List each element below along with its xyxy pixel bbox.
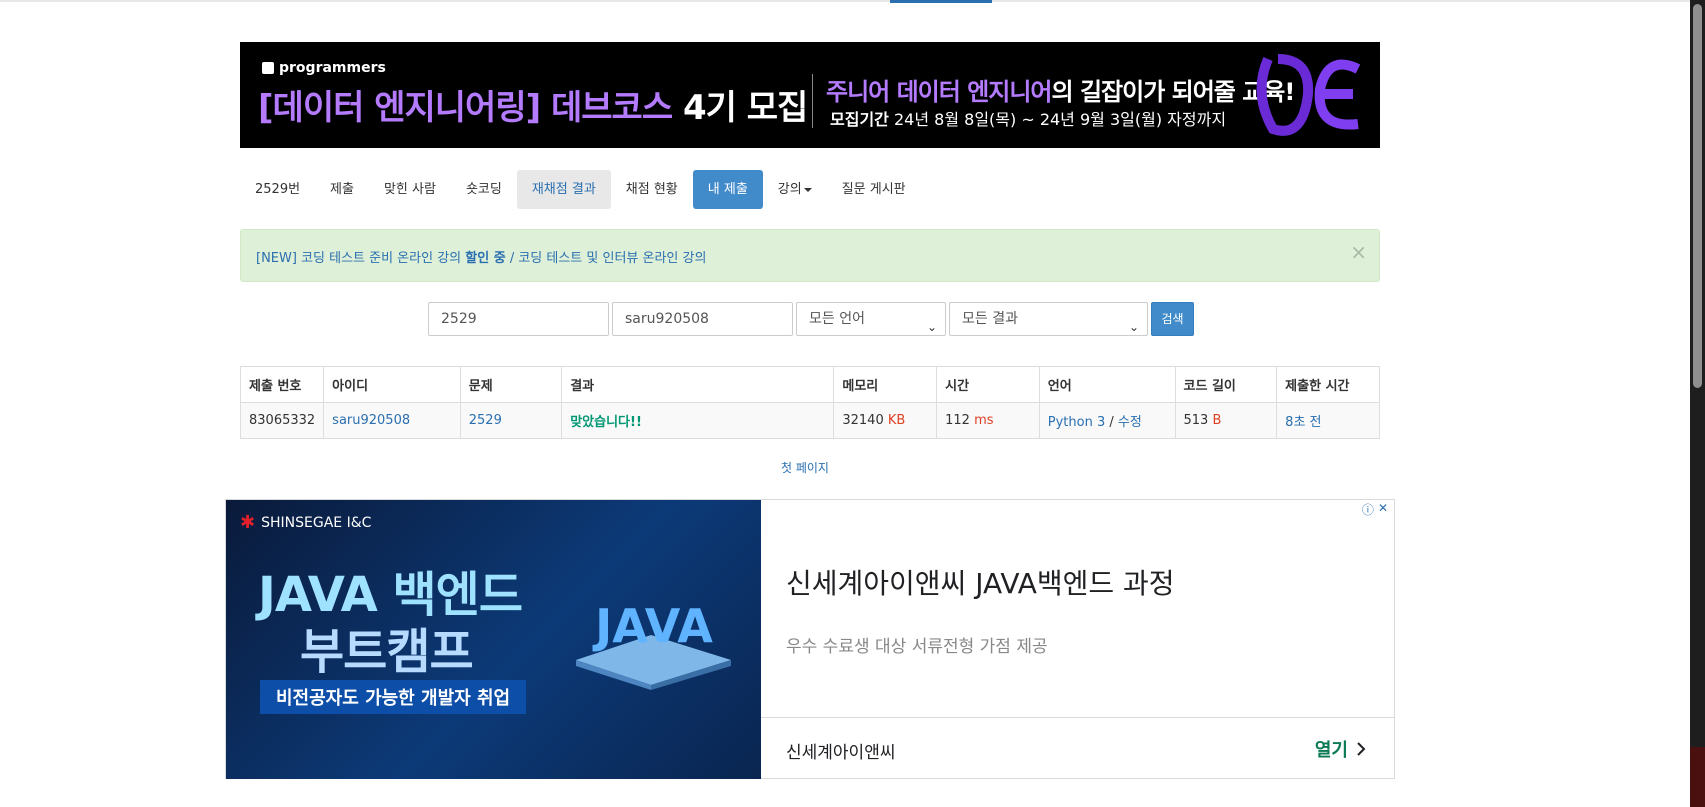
cell-problem: 2529 [459,402,563,439]
devcourse-banner[interactable]: programmers [데이터 엔지니어링] 데브코스 4기 모집 주니어 데… [240,42,1380,148]
banner-date: 모집기간 24년 8월 8일(목) ~ 24년 9월 3일(월) 자정까지 [830,110,1227,129]
result-select[interactable]: 모든 결과 ⌄ [949,302,1148,336]
shinsegae-star-icon: ✱ [240,512,256,533]
scrollbar-corner [1690,747,1705,807]
col-time: 시간 [936,366,1040,403]
chevron-right-icon [1357,742,1366,756]
user-id-input[interactable] [612,302,793,336]
nav-my-submissions[interactable]: 내 제출 [692,170,763,209]
nav-lectures-dropdown[interactable]: 강의 [763,170,827,209]
col-problem: 문제 [459,366,563,403]
ad-info[interactable]: ⓘ ✕ [1362,501,1388,518]
problem-link[interactable]: 2529 [469,413,502,428]
col-code-length: 코드 길이 [1174,366,1278,403]
page-scrollbar[interactable] [1690,0,1705,807]
table-row: 83065332 saru920508 2529 맞았습니다!! 32140 K… [239,402,1380,439]
first-page-link[interactable]: 첫 페이지 [781,459,829,476]
col-submission-id: 제출 번호 [239,366,325,403]
caret-down-icon [803,187,812,192]
ad-image[interactable]: ✱ SHINSEGAE I&C JAVA 백엔드 부트캠프 비전공자도 가능한 … [226,500,761,779]
alert-link-course[interactable]: [NEW] 코딩 테스트 준비 온라인 강의 [256,251,461,266]
nav-solved-users[interactable]: 맞힌 사람 [369,170,451,209]
language-link[interactable]: Python 3 [1048,415,1105,430]
cell-user: saru920508 [323,402,461,439]
banner-title: [데이터 엔지니어링] 데브코스 4기 모집 [258,88,808,128]
nav-submit[interactable]: 제출 [315,170,369,209]
ad-open-button[interactable]: 열기 [1315,736,1366,762]
col-memory: 메모리 [833,366,938,403]
result-accepted: 맞았습니다!! [570,415,642,430]
alert-link-interview[interactable]: / 코딩 테스트 및 인터뷰 온라인 강의 [510,251,707,266]
search-button[interactable]: 검색 [1151,302,1194,336]
cell-code-length: 513 B [1174,402,1278,439]
col-result: 결과 [561,366,835,403]
col-language: 언어 [1038,366,1176,403]
display-ad[interactable]: ✱ SHINSEGAE I&C JAVA 백엔드 부트캠프 비전공자도 가능한 … [225,499,1395,779]
problem-id-input[interactable] [428,302,609,336]
nav-rejudge-results[interactable]: 재채점 결과 [516,170,611,209]
programmers-logo: programmers [262,60,386,76]
de-logo-decoration [1256,54,1361,136]
promo-alert: [NEW] 코딩 테스트 준비 온라인 강의 할인 중 / 코딩 테스트 및 인… [240,229,1380,282]
nav-problem[interactable]: 2529번 [240,170,315,209]
scrollbar-thumb[interactable] [1693,4,1702,388]
col-submitted-time: 제출한 시간 [1276,366,1380,403]
nav-question-board[interactable]: 질문 게시판 [827,170,921,209]
java-platform-icon: JAVA [576,599,731,690]
top-active-indicator [890,0,992,3]
edit-link[interactable]: 수정 [1118,415,1142,430]
cell-submitted-time: 8초 전 [1276,402,1380,439]
banner-divider [812,74,813,128]
ad-footer: 신세계아이앤씨 열기 [761,717,1394,779]
ad-brand: ✱ SHINSEGAE I&C [240,512,372,533]
col-user: 아이디 [323,366,461,403]
submitted-time-link[interactable]: 8초 전 [1285,415,1321,430]
cell-submission-id: 83065332 [239,402,325,439]
ad-advertiser: 신세계아이앤씨 [786,743,896,763]
chevron-down-icon: ⌄ [926,320,937,334]
problem-nav: 2529번 제출 맞힌 사람 숏코딩 재채점 결과 채점 현황 내 제출 강의 … [240,170,921,209]
chevron-down-icon: ⌄ [1128,320,1139,334]
nav-short-coding[interactable]: 숏코딩 [451,170,517,209]
table-header-row: 제출 번호 아이디 문제 결과 메모리 시간 언어 코드 길이 제출한 시간 [239,366,1380,403]
ad-headline[interactable]: 신세계아이앤씨 JAVA백엔드 과정 [786,562,1175,602]
nav-status[interactable]: 채점 현황 [611,170,693,209]
banner-subtitle: 주니어 데이터 엔지니어의 길잡이가 되어줄 교육! [826,78,1295,106]
ad-image-tag: 비전공자도 가능한 개발자 취업 [260,680,527,714]
java-logo-text: JAVA [592,599,713,653]
cell-time: 112 ms [936,402,1040,439]
ad-close-icon[interactable]: ✕ [1378,501,1388,518]
language-select[interactable]: 모든 언어 ⌄ [796,302,946,336]
cell-memory: 32140 KB [833,402,938,439]
alert-text: [NEW] 코딩 테스트 준비 온라인 강의 할인 중 / 코딩 테스트 및 인… [256,251,707,266]
programmers-logo-icon [262,62,274,74]
ad-description: 우수 수료생 대상 서류전형 가점 제공 [786,637,1048,657]
user-link[interactable]: saru920508 [332,413,410,428]
submission-table: 제출 번호 아이디 문제 결과 메모리 시간 언어 코드 길이 제출한 시간 8… [239,366,1380,439]
alert-close-icon[interactable]: × [1350,242,1367,262]
ad-image-line2: 부트캠프 [300,624,474,680]
cell-result: 맞았습니다!! [561,402,835,439]
ad-info-icon[interactable]: ⓘ [1362,501,1374,518]
cell-language: Python 3 / 수정 [1038,402,1176,439]
top-border [0,0,1690,2]
